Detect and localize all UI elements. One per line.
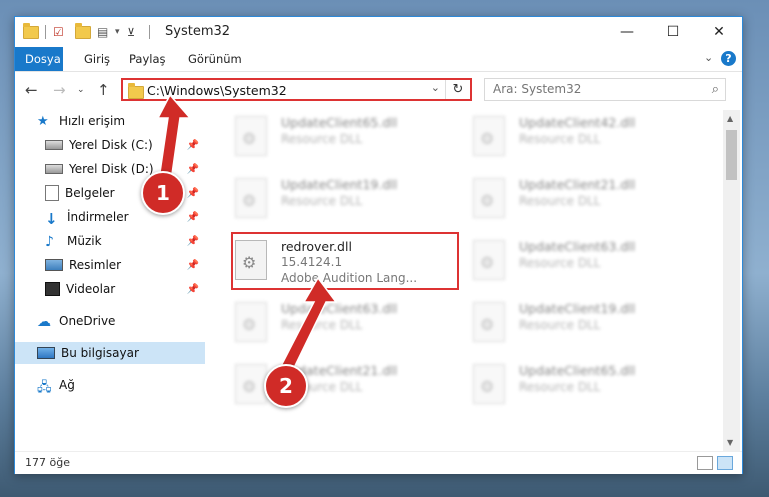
maximize-button[interactable]: ☐: [650, 17, 696, 47]
search-icon[interactable]: ⌕: [712, 82, 719, 97]
list-item[interactable]: UpdateClient19.dll Resource DLL: [211, 172, 441, 228]
forward-arrow-icon[interactable]: →: [53, 81, 66, 99]
dll-file-icon: [473, 240, 505, 280]
list-item[interactable]: UpdateClient63.dll Resource DLL: [449, 234, 679, 290]
address-path: C:\Windows\System32: [147, 83, 287, 98]
pin-icon[interactable]: 📌: [187, 212, 199, 223]
navigation-pane: ★ Hızlı erişim Yerel Disk (C:) 📌 Yerel D…: [15, 110, 205, 451]
network-icon: 🖧: [37, 380, 52, 395]
pin-icon[interactable]: 📌: [187, 164, 199, 175]
minimize-button[interactable]: —: [604, 17, 650, 47]
sidebar-item-this-pc[interactable]: Bu bilgisayar: [15, 342, 205, 364]
status-bar: 177 öğe: [15, 451, 742, 474]
sidebar-item-quick-access[interactable]: ★ Hızlı erişim: [15, 110, 205, 132]
pin-icon[interactable]: 📌: [187, 236, 199, 247]
folder-icon: [128, 83, 144, 99]
dll-file-icon: [235, 116, 267, 156]
step-1-badge: 1: [141, 171, 185, 215]
scrollbar-thumb[interactable]: [726, 130, 737, 180]
up-arrow-icon[interactable]: ↑: [97, 81, 110, 99]
drive-icon: [45, 140, 63, 150]
folder-icon: [23, 22, 39, 40]
star-icon: ★: [37, 114, 49, 129]
highlight-box: [231, 232, 459, 290]
rename-icon[interactable]: ▤: [97, 24, 108, 40]
dll-file-icon: [235, 302, 267, 342]
music-icon: ♪: [45, 234, 54, 250]
list-item[interactable]: UpdateClient65.dll Resource DLL: [449, 358, 679, 414]
sidebar-item-onedrive[interactable]: ☁ OneDrive: [15, 310, 205, 332]
dll-file-icon: [473, 364, 505, 404]
dll-file-icon: [473, 178, 505, 218]
sidebar-item-videos[interactable]: Videolar 📌: [15, 278, 205, 300]
close-button[interactable]: ✕: [696, 17, 742, 47]
item-count: 177 öğe: [25, 456, 70, 469]
dll-file-icon: [235, 364, 267, 404]
tab-paylas[interactable]: Paylaş: [119, 47, 176, 71]
sidebar-item-music[interactable]: ♪ Müzik 📌: [15, 230, 205, 252]
recent-locations-icon[interactable]: ⌄: [77, 85, 85, 95]
navigation-bar: ← → ⌄ ↑ C:\Windows\System32 ⌄ ↻ ⌕: [15, 72, 742, 108]
customize-toolbar-icon[interactable]: ⊻: [127, 24, 135, 40]
computer-icon: [37, 347, 55, 359]
drive-icon: [45, 164, 63, 174]
list-item[interactable]: UpdateClient21.dll Resource DLL: [449, 172, 679, 228]
dll-file-icon: [473, 116, 505, 156]
tab-dosya[interactable]: Dosya: [15, 47, 63, 71]
pin-icon[interactable]: 📌: [187, 260, 199, 271]
details-view-icon[interactable]: [697, 456, 713, 470]
sidebar-item-pictures[interactable]: Resimler 📌: [15, 254, 205, 276]
title-bar: ☑ ▤ ▾ ⊻ System32 — ☐ ✕: [15, 17, 742, 47]
ribbon-expand-icon[interactable]: ⌄: [704, 51, 713, 64]
dll-file-icon: [473, 302, 505, 342]
step-2-badge: 2: [264, 364, 308, 408]
explorer-window: ☑ ▤ ▾ ⊻ System32 — ☐ ✕ Dosya Giriş Payla…: [14, 16, 743, 474]
list-item[interactable]: UpdateClient42.dll Resource DLL: [449, 110, 679, 166]
pin-icon[interactable]: 📌: [187, 140, 199, 151]
sidebar-item-network[interactable]: 🖧 Ağ: [15, 374, 205, 396]
tiles-view-icon[interactable]: [717, 456, 733, 470]
chevron-down-icon[interactable]: ⌄: [431, 81, 440, 94]
new-folder-icon[interactable]: [75, 22, 91, 40]
back-arrow-icon[interactable]: ←: [25, 81, 38, 99]
dll-file-icon: [235, 178, 267, 218]
list-item[interactable]: UpdateClient65.dll Resource DLL: [211, 110, 441, 166]
pin-icon[interactable]: 📌: [187, 284, 199, 295]
pin-icon[interactable]: 📌: [187, 188, 199, 199]
sidebar-item-disk-c[interactable]: Yerel Disk (C:) 📌: [15, 134, 205, 156]
scroll-up-icon[interactable]: ▲: [727, 114, 733, 123]
address-bar[interactable]: C:\Windows\System32 ⌄ ↻: [121, 78, 472, 101]
window-title: System32: [165, 24, 231, 39]
search-box[interactable]: ⌕: [484, 78, 726, 101]
ribbon: Dosya Giriş Paylaş Görünüm ⌄ ?: [15, 47, 742, 72]
tab-gorunum[interactable]: Görünüm: [178, 47, 252, 71]
help-icon[interactable]: ?: [721, 51, 736, 66]
properties-icon[interactable]: ☑: [53, 24, 64, 40]
pictures-icon: [45, 259, 63, 271]
list-item[interactable]: UpdateClient63.dll Resource DLL: [211, 296, 441, 352]
tab-giris[interactable]: Giriş: [74, 47, 120, 71]
refresh-icon[interactable]: ↻: [445, 80, 470, 99]
scroll-down-icon[interactable]: ▼: [727, 438, 733, 447]
videos-icon: [45, 282, 60, 296]
vertical-scrollbar[interactable]: ▲ ▼: [723, 110, 740, 451]
documents-icon: [45, 185, 59, 201]
chevron-down-icon[interactable]: ▾: [115, 24, 120, 40]
list-item[interactable]: UpdateClient21.dll Resource DLL: [211, 358, 441, 414]
download-icon: ↓: [45, 210, 58, 228]
list-item[interactable]: UpdateClient19.dll Resource DLL: [449, 296, 679, 352]
search-input[interactable]: [491, 81, 695, 97]
cloud-icon: ☁: [37, 314, 51, 330]
